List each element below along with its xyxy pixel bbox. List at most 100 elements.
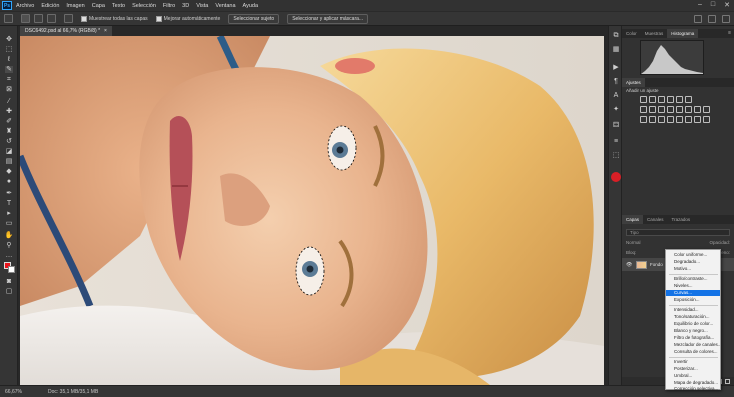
- dodge-tool-icon[interactable]: ●: [5, 178, 13, 185]
- tab-histogram[interactable]: Histograma: [667, 29, 699, 38]
- select-subject-button[interactable]: Seleccionar sujeto: [228, 13, 280, 24]
- background-color-swatch[interactable]: [8, 266, 15, 273]
- match-color-icon[interactable]: [685, 116, 692, 123]
- creative-cloud-icon[interactable]: [611, 172, 621, 182]
- brightness-icon[interactable]: [640, 96, 647, 103]
- menu-item-black-white[interactable]: Blanco y negro...: [666, 328, 720, 334]
- desaturate-icon[interactable]: [676, 116, 683, 123]
- layer-name[interactable]: Fondo: [650, 262, 663, 267]
- photo-filter-icon[interactable]: [658, 106, 665, 113]
- menu-item-curves[interactable]: Curvas...: [666, 290, 720, 296]
- quick-selection-tool-icon[interactable]: ✎: [5, 66, 13, 73]
- maximize-icon[interactable]: □: [711, 1, 715, 9]
- history-brush-tool-icon[interactable]: ↺: [5, 138, 13, 145]
- zoom-level[interactable]: 66,67%: [5, 389, 43, 395]
- invert-icon[interactable]: [685, 106, 692, 113]
- auto-enhance-checkbox[interactable]: [155, 15, 162, 22]
- share-icon[interactable]: [722, 15, 730, 23]
- tab-channels[interactable]: Canales: [643, 215, 668, 224]
- gradient-map-icon[interactable]: [640, 116, 647, 123]
- channel-mixer-icon[interactable]: [667, 106, 674, 113]
- menu-item-hue-saturation[interactable]: Tono/saturación...: [666, 314, 720, 320]
- hdr-toning-icon[interactable]: [667, 116, 674, 123]
- quick-mask-icon[interactable]: ◙: [5, 278, 13, 285]
- menu-item-color-balance[interactable]: Equilibrio de color...: [666, 321, 720, 327]
- add-selection-icon[interactable]: [34, 14, 43, 23]
- libraries-icon[interactable]: ⚃: [612, 122, 620, 130]
- frame-tool-icon[interactable]: ⊠: [5, 86, 13, 93]
- shadows-highlights-icon[interactable]: [658, 116, 665, 123]
- menu-imagen[interactable]: Imagen: [66, 3, 84, 9]
- menu-3d[interactable]: 3D: [182, 3, 189, 9]
- zoom-tool-icon[interactable]: ⚲: [5, 242, 13, 249]
- curves-icon[interactable]: [658, 96, 665, 103]
- posterize-icon[interactable]: [694, 106, 701, 113]
- tool-preset-icon[interactable]: [4, 14, 13, 23]
- tab-layers[interactable]: Capas: [622, 215, 644, 224]
- lasso-tool-icon[interactable]: ℓ: [5, 56, 13, 63]
- move-tool-icon[interactable]: ✥: [5, 36, 13, 43]
- vibrance-icon[interactable]: [676, 96, 683, 103]
- gradient-tool-icon[interactable]: ▤: [5, 158, 13, 165]
- menu-item-brightness-contrast[interactable]: Brillo/contraste...: [666, 276, 720, 282]
- new-selection-icon[interactable]: [21, 14, 30, 23]
- type-tool-icon[interactable]: T: [5, 200, 13, 207]
- menu-ventana[interactable]: Ventana: [215, 3, 235, 9]
- close-icon[interactable]: ✕: [724, 1, 730, 9]
- color-lookup-icon[interactable]: [676, 106, 683, 113]
- more-tools-icon[interactable]: …: [5, 252, 13, 259]
- menu-item-solid-color[interactable]: Color uniforme...: [666, 252, 720, 258]
- paths-icon[interactable]: ⬚: [612, 152, 620, 160]
- menu-item-color-lookup[interactable]: Consulta de colores...: [666, 349, 720, 355]
- workspace-icon[interactable]: [708, 15, 716, 23]
- layer-filter-input[interactable]: Tipo: [626, 229, 730, 236]
- black-white-icon[interactable]: [649, 106, 656, 113]
- selective-color-icon[interactable]: [649, 116, 656, 123]
- tab-color[interactable]: Color: [622, 29, 641, 38]
- play-actions-icon[interactable]: ▶: [612, 64, 620, 72]
- rectangle-tool-icon[interactable]: ▭: [5, 220, 13, 227]
- menu-item-posterize[interactable]: Posterizar...: [666, 366, 720, 372]
- panel-menu-icon[interactable]: ≡: [728, 30, 731, 36]
- menu-item-channel-mixer[interactable]: Mezclador de canales...: [666, 342, 720, 348]
- visibility-eye-icon[interactable]: 👁: [626, 262, 633, 268]
- delete-layer-icon[interactable]: [725, 378, 730, 384]
- menu-filtro[interactable]: Filtro: [163, 3, 175, 9]
- menu-texto[interactable]: Texto: [112, 3, 125, 9]
- character-icon[interactable]: A: [612, 92, 620, 100]
- menu-item-invert[interactable]: Invertir: [666, 359, 720, 365]
- tab-swatches[interactable]: Muestras: [641, 29, 668, 38]
- menu-item-exposure[interactable]: Exposición...: [666, 297, 720, 303]
- replace-color-icon[interactable]: [694, 116, 701, 123]
- crop-tool-icon[interactable]: ⌗: [5, 76, 13, 83]
- menu-item-gradient[interactable]: Degradado...: [666, 259, 720, 265]
- path-selection-tool-icon[interactable]: ▸: [5, 210, 13, 217]
- menu-item-levels[interactable]: Niveles...: [666, 283, 720, 289]
- screen-mode-icon[interactable]: ▢: [5, 288, 13, 295]
- healing-brush-tool-icon[interactable]: ✚: [5, 108, 13, 115]
- exposure-icon[interactable]: [667, 96, 674, 103]
- threshold-icon[interactable]: [703, 106, 710, 113]
- select-and-mask-button[interactable]: Seleccionar y aplicar máscara...: [287, 13, 369, 24]
- menu-item-threshold[interactable]: Umbral...: [666, 373, 720, 379]
- menu-ayuda[interactable]: Ayuda: [243, 3, 259, 9]
- eraser-tool-icon[interactable]: ◪: [5, 148, 13, 155]
- hue-saturation-icon[interactable]: [685, 96, 692, 103]
- marquee-tool-icon[interactable]: ⬚: [5, 46, 13, 53]
- tab-paths[interactable]: Trazados: [668, 215, 695, 224]
- sample-all-layers-checkbox[interactable]: [81, 15, 87, 22]
- menu-item-selective-color[interactable]: Corrección selectiva...: [666, 386, 720, 392]
- clone-stamp-tool-icon[interactable]: ♜: [5, 128, 13, 135]
- blend-mode-select[interactable]: Normal: [626, 240, 641, 245]
- search-icon[interactable]: [694, 15, 702, 23]
- paragraph-icon[interactable]: ¶: [612, 78, 620, 86]
- menu-seleccion[interactable]: Selección: [132, 3, 156, 9]
- hand-tool-icon[interactable]: ✋: [5, 232, 14, 239]
- tab-adjustments[interactable]: Ajustes: [622, 78, 645, 87]
- properties-panel-icon[interactable]: ▦: [612, 46, 620, 54]
- menu-item-vibrance[interactable]: Intensidad...: [666, 307, 720, 313]
- brush-tool-icon[interactable]: ✐: [5, 118, 13, 125]
- menu-item-photo-filter[interactable]: Filtro de fotografía...: [666, 335, 720, 341]
- equalize-icon[interactable]: [703, 116, 710, 123]
- menu-edicion[interactable]: Edición: [41, 3, 59, 9]
